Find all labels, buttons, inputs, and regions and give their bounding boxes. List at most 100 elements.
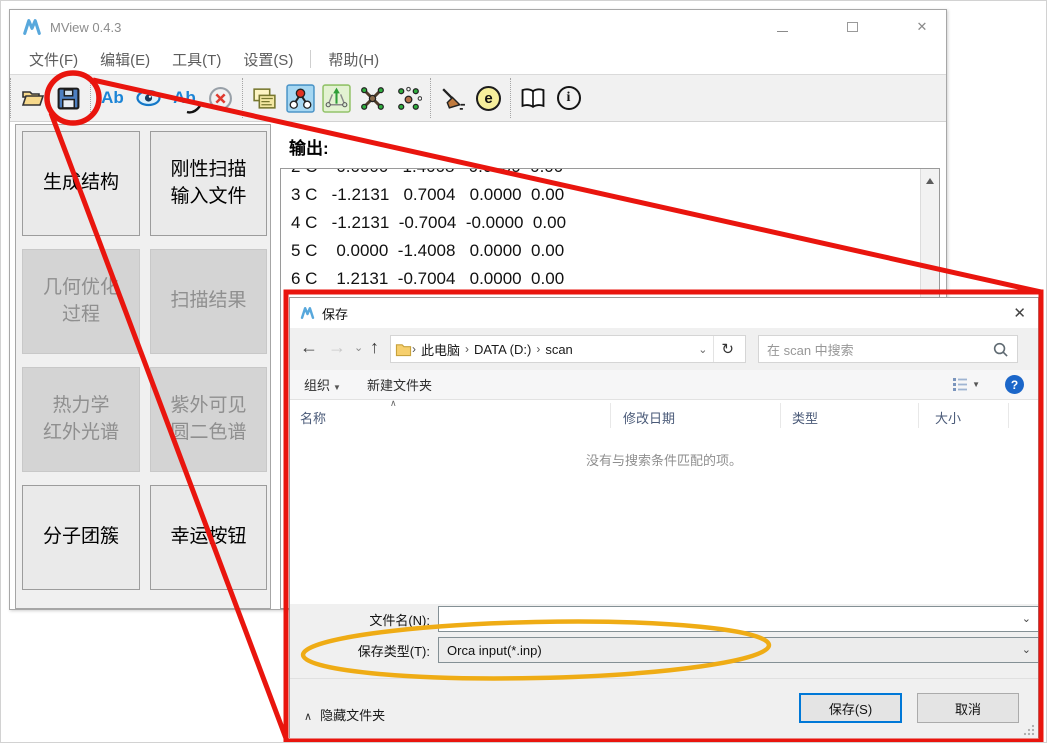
dialog-footer: ∧隐藏文件夹 保存(S) 取消 [290,678,1038,739]
organize-caret-icon: ▼ [333,383,341,392]
breadcrumb-this-pc[interactable]: 此电脑 [416,340,465,359]
button-molecular-cluster[interactable]: 分子团簇 [22,485,140,590]
e-program-button[interactable]: e [472,81,505,115]
dialog-titlebar[interactable]: 保存 ✕ [290,298,1038,328]
molecule-axes-button[interactable] [320,81,353,115]
close-button[interactable]: ✕ [908,19,936,35]
hide-folders-label: 隐藏文件夹 [320,708,385,723]
filename-dropdown-icon[interactable]: ⌄ [1022,612,1031,625]
output-line: 3 C -1.2131 0.7004 0.0000 0.00 [291,181,939,209]
menu-divider [310,50,311,68]
about-button[interactable]: i [552,81,585,115]
column-separator[interactable] [918,403,919,428]
sort-ascending-icon: ∧ [390,398,397,409]
empty-folder-message: 没有与搜索条件匹配的项。 [290,450,1038,469]
minimize-icon [777,31,788,32]
book-icon [519,87,547,110]
scroll-up-icon[interactable] [926,178,934,184]
cascade-windows-icon [251,86,278,111]
dialog-nav-bar: ← → ⌄ ↑ › 此电脑 › DATA (D:) › scan ⌄ ↻ [290,328,1038,370]
breadcrumb-scan[interactable]: scan [540,342,577,357]
label-atoms-button[interactable]: Ab [96,81,129,115]
molecule-bonds-button[interactable] [356,81,389,115]
view-caret-icon: ▼ [972,380,980,389]
organize-button[interactable]: 组织▼ [304,375,341,394]
menu-tools[interactable]: 工具(T) [161,49,232,70]
broom-icon [439,85,466,112]
savetype-value: Orca input(*.inp) [447,643,542,658]
cascade-windows-button[interactable] [248,81,281,115]
molecule-arrows-icon [322,84,351,113]
button-generate-structure[interactable]: 生成结构 [22,131,140,236]
menu-bar: 文件(F) 编辑(E) 工具(T) 设置(S) 帮助(H) [10,44,946,74]
address-dropdown-button[interactable]: ⌄ [692,343,713,356]
button-lucky[interactable]: 幸运按钮 [150,485,267,590]
refresh-button[interactable]: ↻ [714,340,741,358]
open-file-button[interactable] [16,81,49,115]
nav-back-button[interactable]: ← [300,337,318,358]
list-view-icon [951,376,969,392]
search-input[interactable]: 在 scan 中搜索 [758,335,1018,363]
info-icon: i [557,86,581,110]
output-text: 2 C 0.0000 1.4008 0.0000 0.00 3 C -1.213… [291,168,939,293]
window-title: MView 0.4.3 [50,20,121,35]
dialog-close-button[interactable]: ✕ [1013,304,1026,322]
savetype-select[interactable]: Orca input(*.inp) ⌄ [438,637,1039,663]
output-label: 输出: [289,134,329,159]
column-separator[interactable] [610,403,611,428]
column-header-date[interactable]: 修改日期 [623,408,675,427]
column-header-name[interactable]: 名称 [300,408,326,427]
save-dialog: 保存 ✕ ← → ⌄ ↑ › 此电脑 › DATA (D:) › scan ⌄ [289,297,1039,738]
window-controls: ✕ [768,10,936,44]
new-folder-button[interactable]: 新建文件夹 [367,375,432,394]
molecule-view-button[interactable] [284,81,317,115]
menu-help[interactable]: 帮助(H) [317,49,390,70]
mview-logo-icon [22,17,42,37]
file-list-area[interactable]: 没有与搜索条件匹配的项。 [290,430,1038,604]
filename-input[interactable]: ⌄ [438,606,1039,632]
output-line: 4 C -1.2131 -0.7004 -0.0000 0.00 [291,209,939,237]
nav-forward-button[interactable]: → [328,337,346,358]
clean-button[interactable] [436,81,469,115]
cancel-button[interactable]: 取消 [917,693,1019,723]
button-geometry-optimization: 几何优化 过程 [22,249,140,354]
cancel-button[interactable] [204,81,237,115]
view-button[interactable] [132,81,165,115]
save-file-button[interactable] [52,81,85,115]
dialog-title: 保存 [322,304,348,323]
column-header-type[interactable]: 类型 [792,408,818,427]
address-bar[interactable]: › 此电脑 › DATA (D:) › scan ⌄ ↻ [390,335,746,363]
organize-label: 组织 [304,378,330,393]
molecule-x-icon [359,85,386,112]
toolbar-group-file [10,78,90,118]
molecule-atoms-button[interactable] [392,81,425,115]
column-separator[interactable] [1008,403,1009,428]
maximize-button[interactable] [838,20,866,35]
column-header-size[interactable]: 大小 [935,408,961,427]
strike-swoosh-icon [186,105,201,114]
main-titlebar[interactable]: MView 0.4.3 ✕ [10,10,946,44]
hide-folders-button[interactable]: ∧隐藏文件夹 [304,705,385,724]
manual-button[interactable] [516,81,549,115]
filename-label: 文件名(N): [330,610,430,629]
toolbar-group-help: i [510,78,590,118]
button-rigid-scan-input[interactable]: 刚性扫描 输入文件 [150,131,267,236]
menu-file[interactable]: 文件(F) [18,49,89,70]
toolbar-group-labels: Ab Ab [90,78,242,118]
breadcrumb-drive-d[interactable]: DATA (D:) [469,342,536,357]
save-button[interactable]: 保存(S) [799,693,902,723]
button-scan-result: 扫描结果 [150,249,267,354]
resize-grip[interactable] [1023,724,1035,736]
help-button[interactable]: ? [1005,375,1024,394]
hide-labels-button[interactable]: Ab [168,81,201,115]
nav-up-button[interactable]: ↑ [370,337,379,358]
nav-history-dropdown[interactable]: ⌄ [354,341,363,354]
column-separator[interactable] [780,403,781,428]
output-line: 5 C 0.0000 -1.4008 0.0000 0.00 [291,237,939,265]
folder-icon [395,342,412,357]
view-mode-button[interactable]: ▼ [951,376,980,392]
minimize-button[interactable] [768,20,796,35]
savetype-dropdown-icon[interactable]: ⌄ [1022,643,1031,656]
menu-settings[interactable]: 设置(S) [232,49,304,70]
menu-edit[interactable]: 编辑(E) [89,49,161,70]
